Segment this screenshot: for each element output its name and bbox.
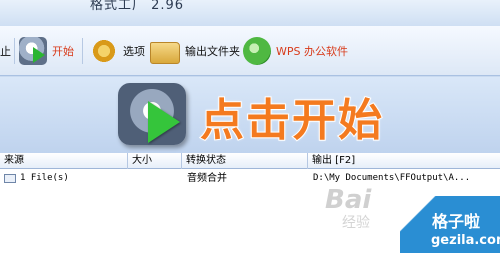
- column-status[interactable]: 转换状态: [182, 153, 308, 169]
- file-icon: [4, 174, 16, 183]
- stop-button[interactable]: 止: [0, 35, 11, 67]
- output-folder-button[interactable]: 输出文件夹: [150, 35, 240, 67]
- column-size[interactable]: 大小: [128, 153, 182, 169]
- play-icon: [148, 101, 180, 143]
- options-button[interactable]: 选项: [90, 35, 145, 67]
- start-button[interactable]: 开始: [19, 35, 74, 67]
- start-label: 开始: [52, 45, 74, 58]
- wps-icon: [243, 37, 271, 65]
- options-label: 选项: [123, 45, 145, 58]
- baidu-watermark: Bai: [325, 185, 372, 215]
- start-icon: [19, 37, 47, 65]
- folder-icon: [150, 42, 180, 64]
- stop-label: 止: [0, 45, 11, 58]
- row-output: D:\My Documents\FFOutput\A...: [313, 173, 471, 183]
- title-bar: 格式工厂 2.96: [0, 0, 500, 26]
- row-source: 1 File(s): [20, 173, 69, 183]
- row-status: 音频合并: [187, 173, 227, 184]
- table-row[interactable]: 1 File(s) 音频合并 D:\My Documents\FFOutput\…: [0, 171, 500, 186]
- column-output[interactable]: 输出 [F2]: [308, 153, 500, 169]
- toolbar: 止 开始 选项 输出文件夹 WPS 办公软件: [0, 26, 500, 76]
- gear-icon: [90, 37, 118, 65]
- start-banner[interactable]: 点击开始: [0, 77, 500, 153]
- baidu-watermark-sub: 经验: [342, 215, 370, 231]
- output-folder-label: 输出文件夹: [185, 45, 240, 58]
- row-size: [132, 171, 182, 186]
- site-watermark-title: 格子啦: [432, 212, 481, 231]
- wps-button[interactable]: WPS 办公软件: [243, 35, 348, 67]
- window-title: 格式工厂 2.96: [90, 0, 185, 13]
- column-source[interactable]: 来源: [0, 153, 128, 169]
- wps-label: WPS 办公软件: [276, 45, 348, 58]
- site-watermark-url: gezila.com: [431, 233, 500, 248]
- convert-icon: [118, 83, 186, 145]
- toolbar-separator: [14, 38, 15, 64]
- banner-text: 点击开始: [199, 94, 384, 147]
- toolbar-separator: [82, 38, 83, 64]
- list-header: 来源 大小 转换状态 输出 [F2]: [0, 153, 500, 169]
